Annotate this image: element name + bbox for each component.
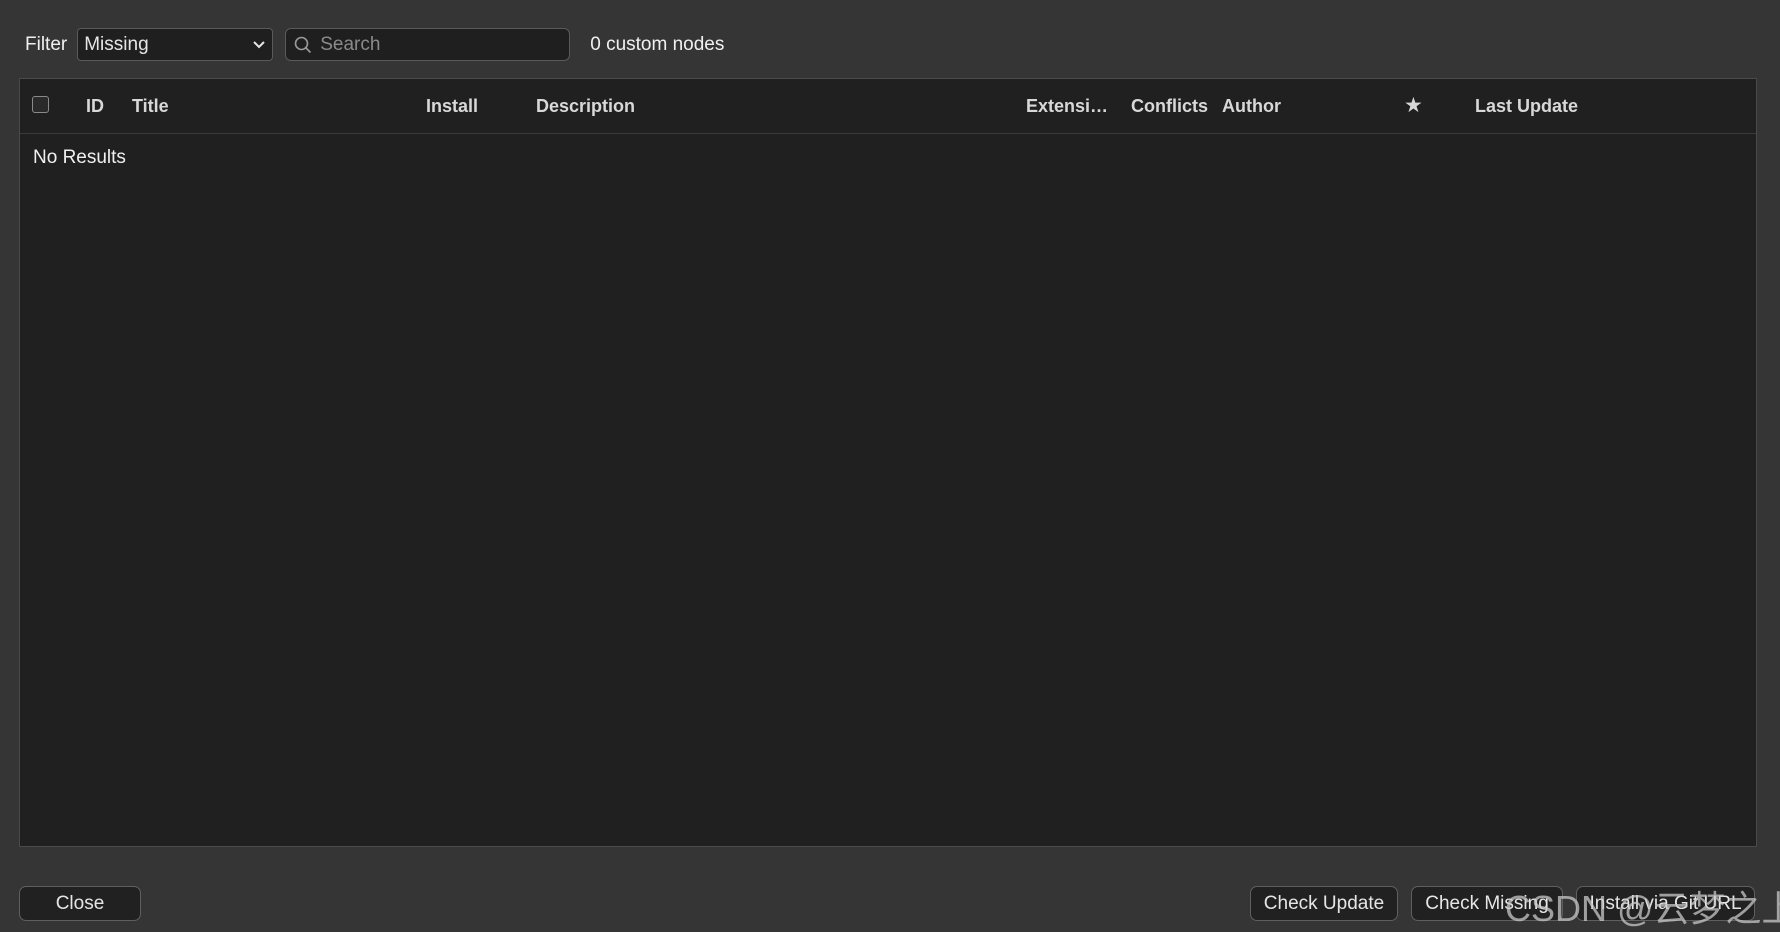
csdn-watermark: CSDN @云梦之上 xyxy=(1505,888,1780,929)
column-header-stars-icon[interactable]: ★ xyxy=(1404,93,1423,118)
filter-select[interactable]: Missing xyxy=(77,28,274,61)
check-update-button[interactable]: Check Update xyxy=(1250,886,1398,921)
column-header-author[interactable]: Author xyxy=(1222,96,1281,117)
filter-label: Filter xyxy=(25,33,68,55)
chevron-down-icon xyxy=(253,41,265,49)
column-header-conflicts[interactable]: Conflicts xyxy=(1131,96,1208,117)
custom-nodes-table: ID Title Install Description Extensi… Co… xyxy=(19,78,1757,847)
column-header-extension[interactable]: Extensi… xyxy=(1026,96,1108,117)
search-icon xyxy=(294,36,312,53)
custom-nodes-count: 0 custom nodes xyxy=(590,33,725,55)
close-button[interactable]: Close xyxy=(19,886,141,921)
custom-nodes-manager-dialog: Filter Missing 0 custom nodes ID Title I… xyxy=(0,0,1780,932)
filter-toolbar: Filter Missing 0 custom nodes xyxy=(25,28,724,61)
search-input[interactable] xyxy=(320,33,551,56)
column-header-id[interactable]: ID xyxy=(86,96,104,117)
table-header: ID Title Install Description Extensi… Co… xyxy=(20,79,1756,134)
column-header-install[interactable]: Install xyxy=(426,96,478,117)
column-header-title[interactable]: Title xyxy=(132,96,169,117)
search-box[interactable] xyxy=(285,28,571,61)
filter-selected-value: Missing xyxy=(84,33,149,55)
select-all-checkbox[interactable] xyxy=(32,96,49,113)
empty-results-message: No Results xyxy=(33,147,126,168)
column-header-last-update[interactable]: Last Update xyxy=(1475,96,1578,117)
column-header-description[interactable]: Description xyxy=(536,96,635,117)
